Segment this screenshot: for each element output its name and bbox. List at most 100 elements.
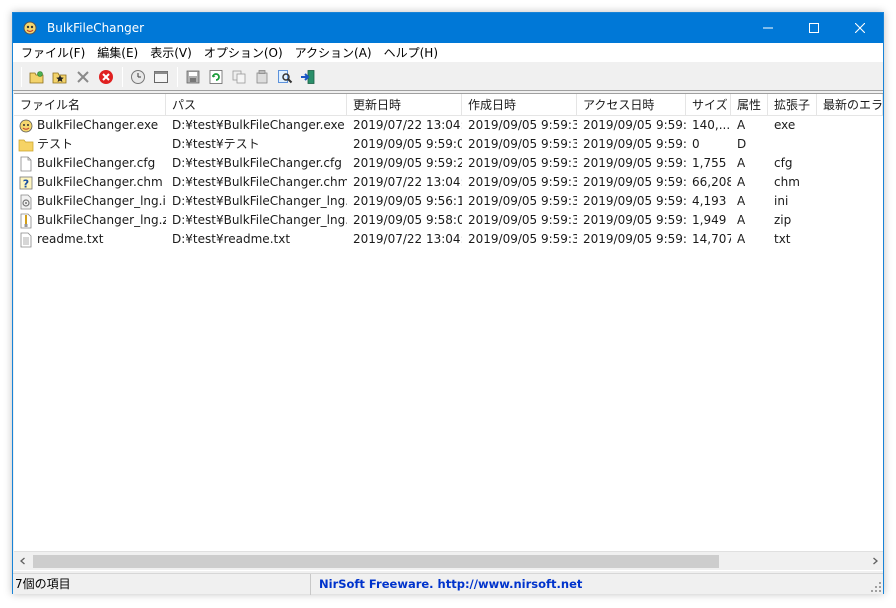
column-header-filename[interactable]: ファイル名 (14, 94, 166, 116)
created-cell: 2019/09/05 9:59:34 (468, 213, 577, 227)
extension-cell: exe (774, 118, 796, 132)
modified-cell: 2019/09/05 9:58:05 (353, 213, 462, 227)
blank-file-icon (18, 156, 34, 172)
table-row[interactable]: BulkFileChanger.exe D:¥test¥BulkFileChang… (14, 116, 883, 135)
scroll-left-button[interactable] (14, 553, 31, 570)
add-favorite-icon (52, 72, 67, 83)
list-body: BulkFileChanger.exe D:¥test¥BulkFileChang… (14, 116, 883, 249)
window-title: BulkFileChanger (47, 21, 145, 35)
title-bar[interactable]: BulkFileChanger (13, 13, 883, 43)
created-cell: 2019/09/05 9:59:34 (468, 232, 577, 246)
column-header-accessed[interactable]: アクセス日時 (577, 94, 686, 116)
column-header-modified[interactable]: 更新日時 (347, 94, 462, 116)
horizontal-scrollbar[interactable] (14, 551, 883, 570)
maximize-button[interactable] (791, 13, 837, 43)
path-cell: D:¥test¥BulkFileChanger.exe (172, 118, 345, 132)
save-button[interactable] (182, 66, 204, 88)
column-header-extension[interactable]: 拡張子 (768, 94, 817, 116)
file-list[interactable]: ファイル名 パス 更新日時 作成日時 アクセス日時 サイズ 属性 拡張子 最新の… (14, 93, 883, 571)
path-cell: D:¥test¥readme.txt (172, 232, 291, 246)
extension-cell (768, 135, 817, 154)
add-favorite-button[interactable] (49, 66, 71, 88)
properties-icon (154, 70, 168, 83)
column-header-size[interactable]: サイズ (686, 94, 731, 116)
modified-cell: 2019/07/22 13:04:26 (353, 118, 462, 132)
column-header-attributes[interactable]: 属性 (731, 94, 768, 116)
accessed-cell: 2019/09/05 9:59:34 (583, 232, 686, 246)
accessed-cell: 2019/09/05 9:59:34 (583, 213, 686, 227)
close-button[interactable] (837, 13, 883, 43)
table-row[interactable]: BulkFileChanger.cfg D:¥test¥BulkFileChang… (14, 154, 883, 173)
minimize-button[interactable] (745, 13, 791, 43)
menu-edit[interactable]: 編集(E) (91, 43, 144, 63)
change-attributes-button[interactable] (251, 66, 273, 88)
nirsoft-link[interactable]: NirSoft Freeware. http://www.nirsoft.net (311, 574, 582, 595)
filename-label: BulkFileChanger_lng.ini (37, 194, 166, 208)
properties-button[interactable] (150, 66, 172, 88)
column-header-path[interactable]: パス (166, 94, 347, 116)
maximize-icon (809, 23, 819, 33)
copy-button[interactable] (228, 66, 250, 88)
toolbar (13, 63, 883, 91)
filename-cell: BulkFileChanger_lng.ini (14, 192, 166, 211)
filename-cell: readme.txt (14, 230, 166, 249)
scroll-thumb[interactable] (33, 554, 719, 568)
modified-cell: 2019/09/05 9:59:01 (353, 137, 462, 151)
path-cell: D:¥test¥BulkFileChanger.chm (172, 175, 347, 189)
extension-cell: chm (774, 175, 800, 189)
column-header-created[interactable]: 作成日時 (462, 94, 577, 116)
menu-options[interactable]: オプション(O) (198, 43, 289, 63)
menu-bar: ファイル(F) 編集(E) 表示(V) オプション(O) アクション(A) ヘル… (13, 43, 883, 63)
menu-view[interactable]: 表示(V) (144, 43, 198, 63)
table-row[interactable]: ? BulkFileChanger.chm D:¥test¥BulkFileChan… (14, 173, 883, 192)
chevron-left-icon (19, 557, 25, 565)
modified-cell: 2019/07/22 13:04:22 (353, 232, 462, 246)
created-cell: 2019/09/05 9:59:34 (468, 118, 577, 132)
size-cell: 0 (692, 137, 700, 151)
table-row[interactable]: テスト D:¥test¥テスト 2019/09/05 9:59:01 2019/09/… (14, 135, 883, 154)
modified-cell: 2019/09/05 9:56:10 (353, 194, 462, 208)
extension-cell: txt (774, 232, 791, 246)
remove-button[interactable] (72, 66, 94, 88)
filename-label: readme.txt (37, 232, 104, 246)
menu-action[interactable]: アクション(A) (289, 43, 378, 63)
extension-cell: cfg (774, 156, 793, 170)
svg-text:?: ? (23, 177, 29, 190)
accessed-cell: 2019/09/05 9:59:34 (583, 156, 686, 170)
open-folder-icon (29, 70, 44, 83)
ini-file-icon (18, 194, 34, 210)
table-row[interactable]: readme.txt D:¥test¥readme.txt 2019/07/22 1… (14, 230, 883, 249)
filename-cell: ? BulkFileChanger.chm (14, 173, 166, 192)
open-folder-button[interactable] (26, 66, 48, 88)
created-cell: 2019/09/05 9:59:34 (468, 156, 577, 170)
created-cell: 2019/09/05 9:59:34 (468, 175, 577, 189)
filename-label: BulkFileChanger.exe (37, 118, 159, 132)
menu-file[interactable]: ファイル(F) (15, 43, 91, 63)
table-row[interactable]: BulkFileChanger_lng.zip D:¥test¥BulkFileC… (14, 211, 883, 230)
time-button[interactable] (127, 66, 149, 88)
close-icon (855, 23, 865, 33)
toolbar-separator (21, 66, 22, 87)
refresh-button[interactable] (205, 66, 227, 88)
resize-grip-icon[interactable] (871, 582, 881, 592)
table-row[interactable]: BulkFileChanger_lng.ini D:¥test¥BulkFileC… (14, 192, 883, 211)
modified-cell: 2019/09/05 9:59:26 (353, 156, 462, 170)
remove-icon (77, 70, 89, 83)
find-button[interactable] (274, 66, 296, 88)
clear-button[interactable] (95, 66, 117, 88)
exit-button[interactable] (297, 66, 319, 88)
error-cell (817, 173, 883, 192)
scroll-track[interactable] (31, 553, 866, 570)
attributes-cell: A (737, 232, 746, 246)
clear-icon (99, 69, 113, 84)
column-header-last-error[interactable]: 最新のエラー (817, 94, 883, 116)
status-bar: 7個の項目 NirSoft Freeware. http://www.nirso… (13, 573, 883, 595)
attributes-cell: A (737, 194, 746, 208)
attributes-cell: A (737, 175, 746, 189)
error-cell (817, 154, 883, 173)
error-cell (817, 116, 883, 135)
accessed-cell: 2019/09/05 9:59:34 (583, 118, 686, 132)
menu-help[interactable]: ヘルプ(H) (378, 43, 444, 63)
refresh-icon (209, 69, 223, 84)
scroll-right-button[interactable] (866, 553, 883, 570)
